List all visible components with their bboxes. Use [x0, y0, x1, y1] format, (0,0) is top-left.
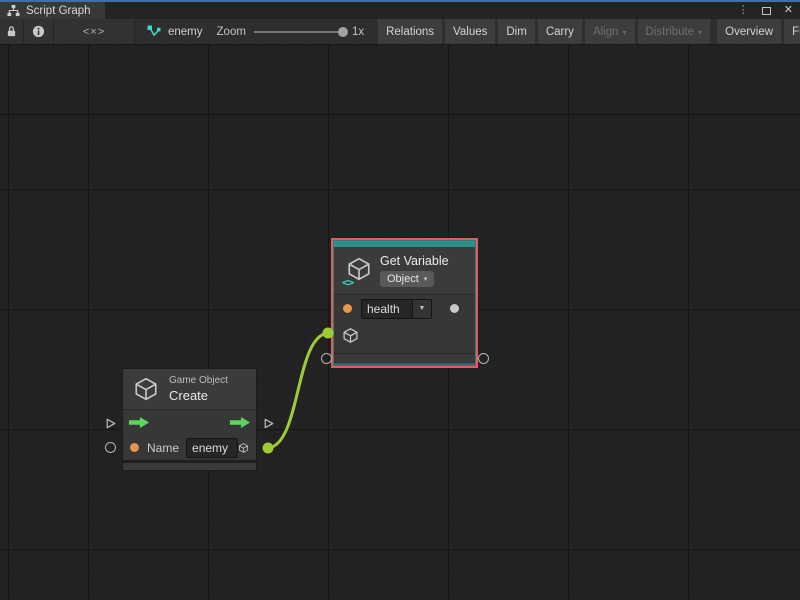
name-label: Name — [147, 441, 179, 455]
align-dropdown-button: Align▾ — [585, 19, 635, 44]
object-input-cube-icon[interactable] — [342, 327, 359, 344]
graph-toolbar: <×> enemy Zoom 1x Relations Values Dim C… — [0, 19, 800, 45]
object-input-row — [334, 322, 475, 348]
control-output-arrow-icon[interactable] — [229, 416, 251, 429]
control-output-port[interactable] — [262, 417, 275, 430]
connection-start-dot[interactable] — [263, 443, 274, 454]
create-node-header[interactable]: Game Object Create — [123, 369, 256, 409]
chevron-down-icon: ▾ — [623, 28, 627, 37]
control-input-port[interactable] — [104, 417, 117, 430]
code-brackets-icon: <×> — [83, 26, 105, 38]
chevron-down-icon: ▾ — [424, 275, 428, 283]
chevron-down-icon: ▾ — [698, 28, 702, 37]
name-input[interactable] — [186, 438, 238, 458]
toolbar-buttons: Relations Values Dim Carry Align▾ Distri… — [378, 19, 800, 44]
graph-canvas[interactable]: Game Object Create Name — [0, 45, 800, 600]
relations-button[interactable]: Relations — [378, 19, 442, 44]
node-title: Get Variable — [380, 254, 449, 268]
code-preview-button[interactable]: <×> — [54, 19, 135, 44]
full-screen-button[interactable]: Full Screen — [784, 19, 800, 44]
graph-breadcrumb-icon — [147, 25, 161, 38]
maximize-icon[interactable] — [762, 7, 771, 15]
control-flow-row — [123, 410, 256, 435]
values-button[interactable]: Values — [445, 19, 495, 44]
zoom-slider-thumb[interactable] — [338, 27, 348, 37]
info-icon — [32, 25, 45, 38]
variable-scope-dropdown[interactable]: Object ▾ — [380, 271, 434, 287]
name-value-row: Name — [123, 435, 256, 460]
node-footer — [334, 353, 475, 363]
distribute-dropdown-button: Distribute▾ — [638, 19, 711, 44]
variable-cube-icon: <> — [342, 256, 372, 286]
variable-name-combo[interactable]: ▼ — [361, 299, 432, 319]
control-input-arrow-icon[interactable] — [128, 416, 150, 429]
variable-name-input[interactable] — [362, 300, 412, 318]
window-controls: ⋮ ✕ — [738, 2, 793, 19]
variable-brackets-glyph: <> — [341, 277, 354, 288]
chevron-down-icon: ▼ — [419, 305, 426, 312]
variable-name-port-dot[interactable] — [343, 304, 352, 313]
toolbar-icon-group: <×> — [0, 19, 135, 44]
zoom-label: Zoom — [217, 26, 246, 38]
graph-name: enemy — [168, 26, 203, 38]
tab-bar: Script Graph ⋮ ✕ — [0, 2, 800, 19]
info-button[interactable] — [24, 19, 54, 44]
variable-name-row: ▼ — [334, 295, 475, 322]
tab-script-graph[interactable]: Script Graph — [0, 2, 105, 19]
connection-wire[interactable] — [268, 333, 328, 448]
node-create-game-object[interactable]: Game Object Create Name — [122, 368, 257, 471]
variable-name-input-port[interactable] — [321, 353, 332, 364]
variable-name-dropdown-button[interactable]: ▼ — [412, 300, 431, 318]
carry-button[interactable]: Carry — [538, 19, 582, 44]
lock-button[interactable] — [0, 19, 24, 44]
value-output-port-dot[interactable] — [450, 304, 459, 313]
node-get-variable[interactable]: <> Get Variable Object ▾ ▼ — [331, 238, 478, 368]
breadcrumb[interactable]: enemy — [135, 19, 217, 44]
node-footer — [122, 462, 257, 471]
node-title: Create — [169, 388, 228, 403]
node-bottom-accent — [334, 363, 475, 365]
script-graph-window: Script Graph ⋮ ✕ — [0, 0, 800, 600]
zoom-slider[interactable] — [254, 31, 344, 33]
kebab-menu-icon[interactable]: ⋮ — [738, 5, 749, 16]
zoom-control: Zoom 1x — [217, 19, 375, 44]
graph-hierarchy-icon — [7, 4, 20, 17]
close-icon[interactable]: ✕ — [784, 5, 793, 16]
value-output-port[interactable] — [478, 353, 489, 364]
lock-icon — [6, 25, 17, 38]
name-value-port-dot[interactable] — [130, 443, 139, 452]
game-object-output-icon[interactable] — [238, 440, 249, 456]
dim-button[interactable]: Dim — [498, 19, 534, 44]
zoom-value: 1x — [352, 26, 364, 38]
get-variable-header[interactable]: <> Get Variable Object ▾ — [334, 247, 475, 294]
tab-title: Script Graph — [26, 5, 91, 17]
overview-button[interactable]: Overview — [717, 19, 781, 44]
name-input-port[interactable] — [105, 442, 116, 453]
game-object-cube-icon — [133, 376, 159, 402]
node-category: Game Object — [169, 375, 228, 386]
